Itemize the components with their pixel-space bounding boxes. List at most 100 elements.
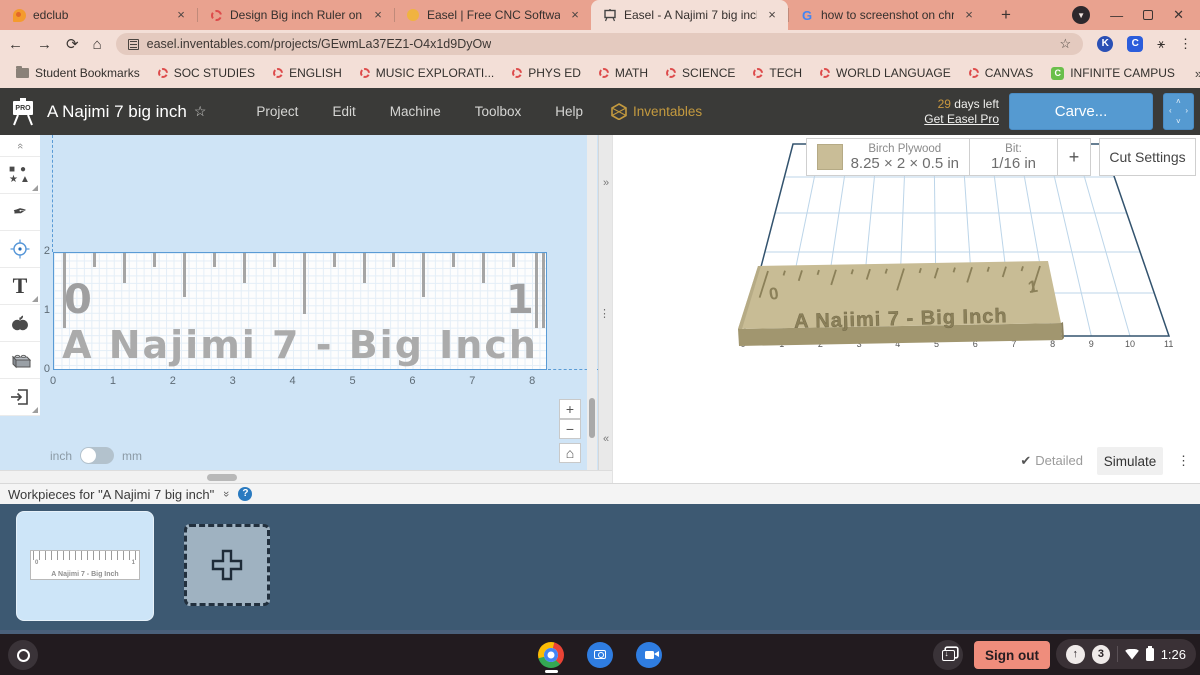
workpieces-header: Workpieces for "A Najimi 7 big inch" » ? [0,483,1200,504]
collapse-workpieces-icon[interactable]: » [220,491,232,497]
launcher-button[interactable] [8,640,38,670]
shapes-tool[interactable]: ■●★▲ [0,157,40,194]
menu-edit[interactable]: Edit [332,104,355,119]
bookmark-folder-student[interactable]: Student Bookmarks [10,66,146,80]
design-canvas[interactable]: 2 1 0 0 1 A Najimi 7 - Big Inch 01234567… [40,135,598,470]
get-easel-pro-link[interactable]: Get Easel Pro [924,112,999,126]
bookmark-infinite-campus[interactable]: CINFINITE CAMPUS [1045,66,1181,80]
divider-drag-handle[interactable]: ⋮⋮ [599,307,613,320]
new-tab-button[interactable]: + [993,2,1019,28]
bookmarks-overflow-icon[interactable]: » [1187,66,1200,81]
bookmark-science[interactable]: SCIENCE [660,66,741,80]
bookmark-world-language[interactable]: WORLD LANGUAGE [814,66,957,80]
extension-k-icon[interactable]: K [1097,36,1113,52]
menu-help[interactable]: Help [555,104,583,119]
material-button[interactable]: Birch Plywood 8.25 × 2 × 0.5 in [806,138,970,176]
bookmark-phys-ed[interactable]: PHYS ED [506,66,587,80]
menu-project[interactable]: Project [256,104,298,119]
reload-icon[interactable]: ⟳ [66,35,79,53]
text-tool[interactable]: T [0,268,40,305]
favorite-star-icon[interactable]: ☆ [194,103,207,120]
import-tool[interactable] [0,379,40,416]
menu-toolbox[interactable]: Toolbox [475,104,522,119]
inventables-link[interactable]: Inventables [611,103,702,120]
workpieces-panel: 0 1 A Najimi 7 - Big Inch [0,504,1200,634]
status-tray[interactable]: ↑ 3 1:26 [1056,639,1196,669]
help-icon[interactable]: ? [238,487,252,501]
browser-menu-icon[interactable]: ⋮ [1179,36,1192,52]
preview-3d-panel[interactable]: 01 23 45 67 89 1011 0 1 A Najimi 7 - Big… [612,135,1200,483]
simulate-button[interactable]: Simulate [1097,447,1163,475]
extension-c-icon[interactable]: C [1127,36,1143,52]
icon-library-tool[interactable] [0,305,40,342]
collapse-left-icon[interactable]: « [599,433,613,445]
add-workpiece-button[interactable] [184,524,270,606]
carve-button[interactable]: Carve... [1009,93,1153,130]
material-bar: Birch Plywood 8.25 × 2 × 0.5 in Bit: 1/1… [806,138,1196,176]
address-bar[interactable]: easel.inventables.com/projects/GEwmLa37E… [116,33,1084,55]
collapse-tools-button[interactable]: « [0,135,40,157]
tab-easel-project-active[interactable]: Easel - A Najimi 7 big inch × [591,0,788,30]
projects-library-tool[interactable] [0,342,40,379]
bookmark-music[interactable]: MUSIC EXPLORATI... [354,66,500,80]
material-dimensions: 8.25 × 2 × 0.5 in [851,155,959,172]
bookmark-math[interactable]: MATH [593,66,654,80]
tab-edclub[interactable]: edclub × [0,0,197,30]
meet-app-icon[interactable] [636,642,662,668]
pen-tool[interactable]: ✒ [0,194,40,231]
add-bit-button[interactable]: + [1058,138,1091,176]
camera-app-icon[interactable] [587,642,613,668]
tab-close-icon[interactable]: × [567,7,583,23]
close-icon[interactable]: ✕ [1173,7,1184,23]
workpiece-ruler-design[interactable]: 0 1 A Najimi 7 - Big Inch [53,252,547,370]
dashed-circle-icon [820,68,830,78]
detailed-toggle[interactable]: ✔Detailed [1020,453,1083,469]
restore-icon[interactable] [1143,10,1153,20]
tab-design-ruler[interactable]: Design Big inch Ruler on Easel × [197,0,394,30]
tab-close-icon[interactable]: × [370,7,386,23]
window-menu-icon[interactable]: ▼ [1072,6,1090,24]
site-info-icon[interactable] [128,39,139,50]
workpiece-thumbnail-selected[interactable]: 0 1 A Najimi 7 - Big Inch [16,511,154,621]
easel-pro-logo-icon[interactable]: PRO [9,97,37,127]
inch-mm-toggle[interactable] [80,447,114,464]
tab-close-icon[interactable]: × [961,7,977,23]
bookmark-english[interactable]: ENGLISH [267,66,348,80]
canvas-vertical-scrollbar[interactable] [587,135,597,470]
extensions-puzzle-icon[interactable]: ⚹ [1157,36,1165,52]
bit-button[interactable]: Bit: 1/16 in [970,138,1058,176]
project-title[interactable]: A Najimi 7 big inch [47,102,187,122]
panel-divider[interactable]: » ⋮⋮ « [598,135,612,470]
expand-right-icon[interactable]: » [599,177,613,189]
ruler-number-0[interactable]: 0 [64,277,92,323]
zoom-home-button[interactable]: ⌂ [559,443,581,463]
cut-settings-button[interactable]: Cut Settings [1099,138,1196,176]
drill-point-tool[interactable] [0,231,40,268]
tab-close-icon[interactable]: × [173,7,189,23]
target-icon [10,239,30,259]
sign-out-button[interactable]: Sign out [974,641,1050,669]
tab-how-to-screenshot[interactable]: G how to screenshot on chromeb × [788,0,985,30]
screen-capture-button[interactable] [933,640,963,670]
home-icon[interactable]: ⌂ [93,36,102,53]
canvas-horizontal-scrollbar[interactable] [0,470,612,483]
menu-machine[interactable]: Machine [390,104,441,119]
bookmark-tech[interactable]: TECH [747,66,808,80]
board-3d[interactable]: 0 1 A Najimi 7 - Big Inch [738,261,1064,346]
zoom-out-button[interactable]: − [559,419,581,439]
back-icon[interactable]: ← [8,36,23,53]
bookmark-canvas[interactable]: CANVAS [963,66,1039,80]
forward-icon[interactable]: → [37,36,52,53]
jog-controls-button[interactable]: ˄˅ ‹› [1163,93,1194,130]
ruler-number-1[interactable]: 1 [506,277,534,323]
svg-text:9: 9 [1089,339,1094,349]
simulate-menu-icon[interactable]: ⋮ [1177,453,1190,469]
tab-close-icon[interactable]: × [764,7,780,23]
ruler-title-text[interactable]: A Najimi 7 - Big Inch [54,323,546,367]
minimize-icon[interactable]: — [1110,8,1123,23]
bookmark-star-icon[interactable]: ☆ [1060,36,1072,52]
bookmark-soc-studies[interactable]: SOC STUDIES [152,66,261,80]
chrome-app-icon[interactable] [538,642,564,668]
zoom-in-button[interactable]: + [559,399,581,419]
tab-easel-software[interactable]: Easel | Free CNC Software | Inve × [394,0,591,30]
